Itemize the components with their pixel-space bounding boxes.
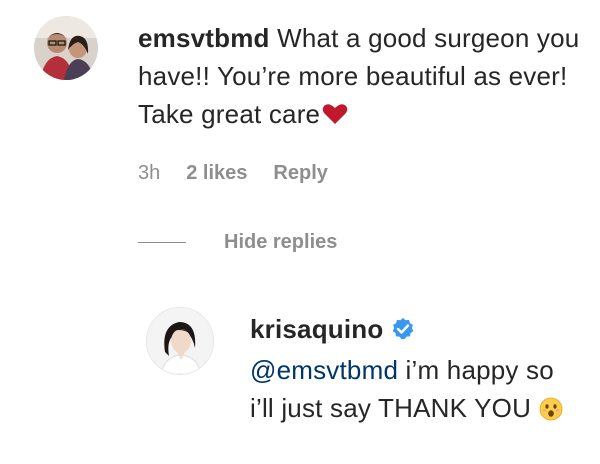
commenter-avatar[interactable]	[34, 16, 98, 80]
heart-icon	[322, 97, 348, 135]
verified-badge-icon	[391, 313, 415, 351]
comment-timestamp[interactable]: 3h	[138, 162, 160, 185]
reply-username[interactable]: krisaquino	[250, 314, 383, 344]
comment-username[interactable]: emsvtbmd	[138, 23, 270, 53]
hide-replies-label: Hide replies	[224, 231, 338, 253]
reply-avatar[interactable]	[146, 307, 214, 375]
comment-likes[interactable]: 2 likes	[186, 162, 247, 185]
reply-mention-link[interactable]: @emsvtbmd	[250, 355, 398, 385]
replies-divider-line	[138, 242, 186, 243]
astonished-face-emoji-icon	[539, 393, 563, 431]
comment-meta: 3h 2 likes Reply	[138, 162, 328, 185]
hide-replies-toggle[interactable]: Hide replies	[138, 231, 337, 254]
reply-button[interactable]: Reply	[273, 162, 327, 185]
comment-text-block: emsvtbmd What a good surgeon you have!! …	[138, 19, 588, 135]
reply-text-block: krisaquino @emsvtbmd i’m happy so i’ll j…	[250, 310, 580, 431]
